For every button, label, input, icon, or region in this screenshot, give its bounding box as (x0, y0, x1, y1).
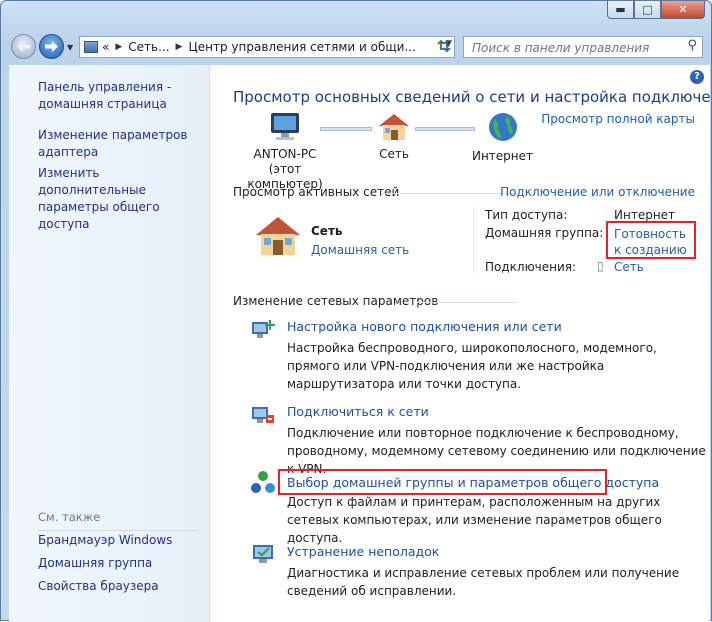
back-button[interactable] (11, 34, 36, 59)
map-internet[interactable]: Интернет (465, 111, 540, 164)
vertical-divider (473, 207, 474, 273)
active-networks-title: Просмотр активных сетей (233, 185, 400, 199)
close-button[interactable]: ✕ (661, 1, 705, 19)
active-network-icon-wrap (252, 213, 304, 262)
active-network-name: Сеть (311, 224, 343, 238)
arrow-right-icon (45, 41, 58, 52)
connect-disconnect-link[interactable]: Подключение или отключение (500, 185, 695, 199)
access-type-label: Тип доступа: (485, 208, 568, 222)
new-connection-icon (252, 320, 275, 338)
home-network-icon (256, 217, 300, 255)
sidebar-item-firewall[interactable]: Брандмауэр Windows (38, 532, 172, 549)
recent-pages-dropdown[interactable]: ▼ (67, 43, 73, 52)
internet-label: Интернет (471, 149, 534, 163)
title-bar: ▬ □ ✕ (1, 1, 711, 29)
breadcrumb-separator-icon[interactable]: ▶ (115, 42, 122, 52)
see-also-title: См. также (38, 510, 101, 524)
globe-icon (488, 113, 517, 141)
refresh-button[interactable] (433, 38, 455, 58)
section-divider (417, 302, 517, 303)
computer-icon (271, 113, 299, 140)
network-folder-icon (84, 41, 98, 53)
home-network-icon (379, 114, 409, 140)
sidebar-item-control-panel-home[interactable]: Панель управления - домашняя страница (38, 79, 188, 113)
task-connect-link[interactable]: Подключиться к сети (287, 404, 429, 419)
connect-network-icon-wrap (250, 403, 276, 430)
map-computer[interactable]: ANTON-PC (этот компьютер) (230, 111, 340, 192)
navigation-bar: ▼ « ▶ Сеть... ▶ Центр управления сетями … (1, 29, 711, 65)
forward-button[interactable] (39, 34, 64, 59)
highlight-box (278, 469, 607, 495)
connect-network-icon (252, 407, 274, 423)
refresh-icon (437, 39, 451, 53)
homegroup-icon-wrap (250, 470, 276, 499)
breadcrumb-network[interactable]: Сеть... (128, 40, 169, 54)
task-new-connection-desc: Настройка беспроводного, широкополосного… (287, 341, 657, 391)
change-settings-title: Изменение сетевых параметров (233, 294, 439, 308)
search-box[interactable]: ⚲ (463, 36, 703, 58)
sidebar-item-browser-properties[interactable]: Свойства браузера (38, 578, 159, 595)
highlight-box (606, 221, 696, 259)
address-root[interactable]: « (102, 40, 109, 54)
address-bar[interactable]: « ▶ Сеть... ▶ Центр управления сетями и … (79, 36, 455, 58)
window-controls: ▬ □ ✕ (607, 1, 705, 19)
maximize-button[interactable]: □ (634, 1, 661, 19)
full-map-link[interactable]: Просмотр полной карты (541, 112, 695, 126)
troubleshoot-icon-wrap (250, 542, 276, 569)
window: ▬ □ ✕ ▼ « ▶ Сеть... ▶ Центр управления с… (0, 0, 712, 622)
network-adapter-icon: ▯ (597, 259, 604, 273)
connection-link[interactable]: Сеть (614, 260, 644, 274)
task-new-connection-link[interactable]: Настройка нового подключения или сети (287, 319, 562, 334)
search-input[interactable] (470, 40, 674, 56)
sidebar-item-adapter-settings[interactable]: Изменение параметров адаптера (38, 127, 188, 161)
map-network[interactable]: Сеть (368, 111, 420, 162)
homegroup-label: Домашняя группа: (485, 226, 604, 240)
see-also-divider (38, 530, 198, 531)
sidebar-item-homegroup[interactable]: Домашняя группа (38, 555, 152, 572)
breadcrumb-network-center[interactable]: Центр управления сетями и общи... (188, 40, 415, 54)
troubleshoot-icon (253, 545, 273, 563)
arrow-left-icon (17, 41, 30, 52)
computer-name: ANTON-PC (253, 147, 317, 161)
sidebar-item-advanced-sharing[interactable]: Изменить дополнительные параметры общего… (38, 165, 203, 233)
homegroup-icon (251, 471, 275, 493)
task-troubleshoot-desc: Диагностика и исправление сетевых пробле… (287, 566, 680, 598)
task-homegroup-desc: Доступ к файлам и принтерам, расположенн… (287, 495, 662, 545)
search-icon[interactable]: ⚲ (687, 38, 697, 53)
page-title: Просмотр основных сведений о сети и наст… (233, 88, 712, 106)
minimize-button[interactable]: ▬ (607, 1, 634, 19)
network-label: Сеть (379, 147, 409, 161)
section-divider (382, 193, 517, 194)
new-connection-icon-wrap (250, 318, 276, 345)
connections-label: Подключения: (485, 260, 577, 274)
network-type-link[interactable]: Домашняя сеть (311, 243, 409, 257)
map-connection-line (320, 127, 372, 131)
access-type-value: Интернет (614, 208, 676, 222)
sidebar: Панель управления - домашняя страница Из… (9, 65, 209, 622)
help-button[interactable]: ? (690, 70, 704, 84)
main-content: ? Просмотр основных сведений о сети и на… (209, 65, 712, 622)
breadcrumb-separator-icon[interactable]: ▶ (176, 42, 183, 52)
task-troubleshoot-link[interactable]: Устранение неполадок (287, 544, 439, 559)
